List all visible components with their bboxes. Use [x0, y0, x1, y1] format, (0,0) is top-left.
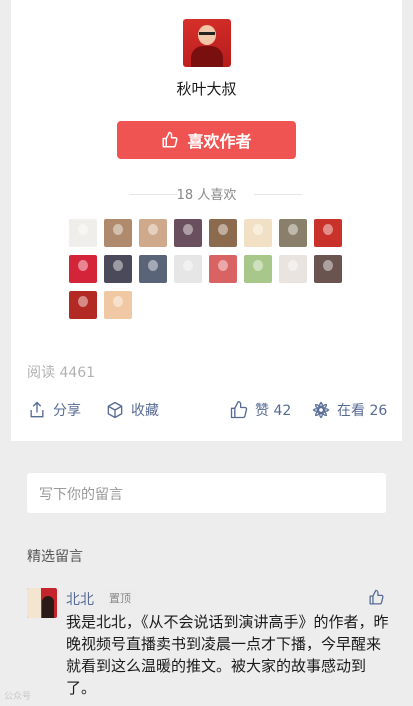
liker-avatar[interactable]: [314, 255, 342, 283]
like-button[interactable]: 赞 42: [229, 398, 291, 422]
author-avatar[interactable]: [183, 19, 231, 67]
liker-avatar[interactable]: [279, 219, 307, 247]
watermark: 公众号: [4, 692, 32, 702]
likes-count: 18 人喜欢: [11, 184, 402, 203]
liker-avatar[interactable]: [69, 291, 97, 319]
favorite-label: 收藏: [131, 403, 159, 419]
featured-comments-title: 精选留言: [27, 549, 83, 565]
liker-avatar[interactable]: [104, 291, 132, 319]
favorite-button[interactable]: 收藏: [105, 398, 159, 422]
article-footer-card: 秋叶大叔 喜欢作者 18 人喜欢 阅读 4461 分享 收藏 赞 42 在看 2…: [11, 0, 402, 441]
like-author-label: 喜欢作者: [187, 132, 252, 151]
liker-avatar[interactable]: [244, 219, 272, 247]
liker-avatar[interactable]: [174, 255, 202, 283]
like-count-label: 赞 42: [255, 403, 292, 419]
flower-icon: [312, 401, 330, 419]
liker-avatar[interactable]: [209, 219, 237, 247]
commenter-avatar[interactable]: [27, 588, 57, 618]
liker-avatar[interactable]: [104, 255, 132, 283]
liker-avatar[interactable]: [279, 255, 307, 283]
liker-avatar[interactable]: [244, 255, 272, 283]
liker-avatar[interactable]: [314, 219, 342, 247]
action-bar: 分享 收藏 赞 42 在看 26: [11, 398, 402, 422]
pinned-badge: 置顶: [104, 589, 136, 607]
watching-button[interactable]: 在看 26: [311, 398, 387, 422]
cube-icon: [107, 401, 123, 419]
liker-avatar[interactable]: [139, 219, 167, 247]
thumbs-up-icon: [230, 401, 248, 419]
like-author-button[interactable]: 喜欢作者: [117, 121, 296, 159]
share-label: 分享: [53, 403, 81, 419]
liker-avatar[interactable]: [104, 219, 132, 247]
liker-avatar[interactable]: [209, 255, 237, 283]
liker-avatar[interactable]: [69, 255, 97, 283]
liker-avatar-grid: [69, 219, 349, 319]
read-count: 阅读 4461: [27, 365, 96, 381]
liker-avatar[interactable]: [69, 219, 97, 247]
share-icon: [30, 401, 44, 418]
comment-text: 我是北北，《从不会说话到演讲高手》的作者，昨晚视频号直播卖书到凌晨一点才下播，今…: [66, 613, 389, 697]
commenter-name[interactable]: 北北: [66, 589, 94, 609]
liker-avatar[interactable]: [139, 255, 167, 283]
share-button[interactable]: 分享: [27, 398, 81, 422]
thumbs-up-icon: [162, 131, 179, 148]
author-name[interactable]: 秋叶大叔: [11, 78, 402, 99]
comment-input[interactable]: 写下你的留言: [27, 473, 386, 513]
watching-label: 在看 26: [337, 403, 388, 419]
liker-avatar[interactable]: [174, 219, 202, 247]
comment-like-icon[interactable]: [368, 589, 385, 606]
